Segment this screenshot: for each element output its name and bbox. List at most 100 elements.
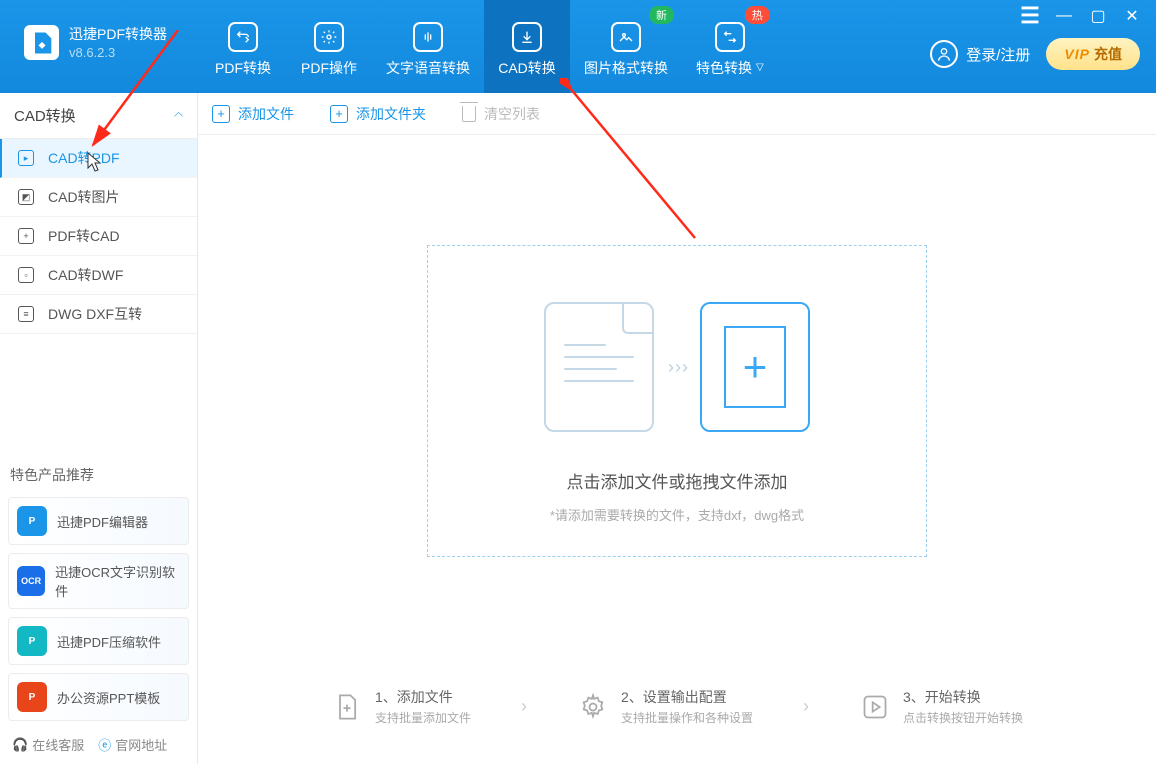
step-sub: 支持批量操作和各种设置: [621, 709, 753, 726]
app-name: 迅捷PDF转换器: [69, 25, 167, 45]
step-title: 1、添加文件: [375, 687, 471, 707]
footer-links: 🎧 在线客服 ⓔ 官网地址: [0, 725, 197, 764]
link-label: 官网地址: [115, 735, 167, 754]
promo-label: 迅捷PDF编辑器: [57, 512, 148, 531]
trash-icon: [462, 106, 476, 122]
new-badge: 新: [649, 6, 674, 24]
step-3: 3、开始转换 点击转换按钮开始转换: [859, 687, 1023, 726]
login-label: 登录/注册: [966, 44, 1030, 65]
sidebar-item-cad-dwf[interactable]: ▫ CAD转DWF: [0, 256, 197, 295]
sidebar-item-dwg-dxf[interactable]: ≡ DWG DXF互转: [0, 295, 197, 334]
dropzone-illustration: › › › +: [458, 302, 896, 432]
sidebar-item-label: CAD转PDF: [48, 148, 120, 168]
app-logo-icon: [24, 25, 59, 60]
pdf-convert-icon: [228, 22, 258, 52]
sidebar-item-label: DWG DXF互转: [48, 304, 142, 324]
sidebar-item-cad-pdf[interactable]: ▸ CAD转PDF: [0, 139, 197, 178]
tab-cad-convert[interactable]: CAD转换: [484, 0, 570, 93]
main-tabs: PDF转换 PDF操作 文字语音转换 CAD转换 新 图片格式转换 热 特色转换…: [200, 0, 778, 93]
tab-label: PDF转换: [215, 58, 271, 78]
sidebar-title: CAD转换: [14, 105, 76, 126]
tab-special-convert[interactable]: 热 特色转换 ▽: [682, 0, 778, 93]
file-add-icon: [331, 691, 363, 723]
vip-text: VIP: [1064, 46, 1090, 62]
button-label: 清空列表: [484, 104, 540, 124]
sidebar-item-label: CAD转图片: [48, 187, 120, 207]
promo-ocr[interactable]: OCR 迅捷OCR文字识别软件: [8, 553, 189, 609]
toolbar: + 添加文件 + 添加文件夹 清空列表: [198, 93, 1156, 135]
arrow-right-icon: › › ›: [668, 357, 686, 378]
gear-icon: [577, 691, 609, 723]
avatar-icon: [930, 40, 958, 68]
chevron-up-icon: ⌵: [174, 108, 183, 123]
hot-badge: 热: [745, 6, 770, 24]
promo-compress[interactable]: P 迅捷PDF压缩软件: [8, 617, 189, 665]
file-icon: ▫: [18, 267, 34, 283]
wave-icon: [413, 22, 443, 52]
window-controls: ☰ — ▢ ✕: [1020, 0, 1150, 26]
tab-label: 文字语音转换: [386, 58, 470, 78]
promo-ppt[interactable]: P 办公资源PPT模板: [8, 673, 189, 721]
online-support-link[interactable]: 🎧 在线客服: [12, 735, 84, 754]
swap-icon: [715, 22, 745, 52]
menu-button[interactable]: ☰: [1020, 6, 1040, 26]
button-label: 添加文件夹: [356, 104, 426, 124]
promo-icon: P: [17, 506, 47, 536]
dropzone[interactable]: › › › + 点击添加文件或拖拽文件添加 *请添加需要转换的文件，支持dxf，…: [427, 245, 927, 557]
file-icon: ≡: [18, 306, 34, 322]
file-icon: +: [18, 228, 34, 244]
tab-image-convert[interactable]: 新 图片格式转换: [570, 0, 682, 93]
main-area: + 添加文件 + 添加文件夹 清空列表 › › › +: [198, 93, 1156, 764]
sidebar-item-pdf-cad[interactable]: + PDF转CAD: [0, 217, 197, 256]
add-file-button[interactable]: + 添加文件: [212, 104, 294, 124]
promo-icon: P: [17, 682, 47, 712]
tab-pdf-convert[interactable]: PDF转换: [200, 0, 286, 93]
plus-icon: +: [212, 105, 230, 123]
app-header: 迅捷PDF转换器 v8.6.2.3 PDF转换 PDF操作 文字语音转换 CAD…: [0, 0, 1156, 93]
sidebar: CAD转换 ⌵ ▸ CAD转PDF ◩ CAD转图片 + PDF转CAD ▫ C…: [0, 93, 198, 764]
sidebar-header[interactable]: CAD转换 ⌵: [0, 93, 197, 139]
app-body: CAD转换 ⌵ ▸ CAD转PDF ◩ CAD转图片 + PDF转CAD ▫ C…: [0, 93, 1156, 764]
step-sub: 点击转换按钮开始转换: [903, 709, 1023, 726]
promo-title: 特色产品推荐: [0, 455, 197, 493]
tab-pdf-ops[interactable]: PDF操作: [286, 0, 372, 93]
vip-action: 充值: [1094, 44, 1122, 64]
image-icon: ◩: [18, 189, 34, 205]
promo-pdf-editor[interactable]: P 迅捷PDF编辑器: [8, 497, 189, 545]
step-sub: 支持批量添加文件: [375, 709, 471, 726]
link-label: 在线客服: [32, 735, 84, 754]
promo-label: 迅捷PDF压缩软件: [57, 632, 161, 651]
dropzone-container: › › › + 点击添加文件或拖拽文件添加 *请添加需要转换的文件，支持dxf，…: [198, 135, 1156, 667]
minimize-button[interactable]: —: [1054, 6, 1074, 26]
step-1: 1、添加文件 支持批量添加文件: [331, 687, 471, 726]
vip-recharge-button[interactable]: VIP 充值: [1046, 38, 1140, 70]
steps-guide: 1、添加文件 支持批量添加文件 › 2、设置输出配置 支持批量操作和各种设置 ›…: [198, 667, 1156, 764]
header-right: ☰ — ▢ ✕ 登录/注册 VIP 充值: [930, 0, 1156, 70]
clear-list-button[interactable]: 清空列表: [462, 104, 540, 124]
source-file-icon: [544, 302, 654, 432]
sidebar-item-label: PDF转CAD: [48, 226, 120, 246]
globe-icon: ⓔ: [98, 735, 111, 754]
image-icon: [611, 22, 641, 52]
tab-label: PDF操作: [301, 58, 357, 78]
download-icon: [512, 22, 542, 52]
promo-icon: P: [17, 626, 47, 656]
add-folder-button[interactable]: + 添加文件夹: [330, 104, 426, 124]
folder-plus-icon: +: [330, 105, 348, 123]
official-site-link[interactable]: ⓔ 官网地址: [98, 735, 167, 754]
step-2: 2、设置输出配置 支持批量操作和各种设置: [577, 687, 753, 726]
dropzone-hint: *请添加需要转换的文件，支持dxf，dwg格式: [458, 505, 896, 524]
maximize-button[interactable]: ▢: [1088, 6, 1108, 26]
sidebar-item-cad-image[interactable]: ◩ CAD转图片: [0, 178, 197, 217]
login-button[interactable]: 登录/注册: [930, 40, 1030, 68]
tab-label: 特色转换: [696, 58, 752, 78]
tab-label: CAD转换: [498, 58, 556, 78]
dropzone-title: 点击添加文件或拖拽文件添加: [458, 468, 896, 493]
close-button[interactable]: ✕: [1122, 6, 1142, 26]
promo-icon: OCR: [17, 566, 45, 596]
tab-text-voice[interactable]: 文字语音转换: [372, 0, 484, 93]
file-icon: ▸: [18, 150, 34, 166]
step-title: 2、设置输出配置: [621, 687, 753, 707]
target-file-icon: +: [700, 302, 810, 432]
chevron-right-icon: ›: [803, 696, 809, 717]
